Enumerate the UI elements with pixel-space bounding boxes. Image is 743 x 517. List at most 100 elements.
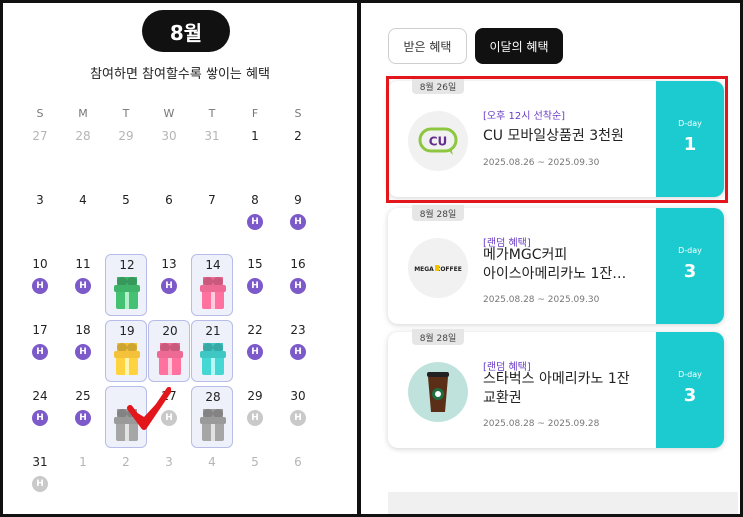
gift-box-icon	[114, 277, 140, 311]
card-period: 2025.08.28 ~ 2025.09.28	[483, 419, 600, 429]
benefit-card-starbucks[interactable]: 8월 28일 [랜덤 혜택] 스타벅스 아메리카노 1잔 교환권 2025.08…	[388, 329, 724, 448]
calendar-day[interactable]: 20	[148, 320, 190, 382]
day-number: 7	[208, 193, 216, 207]
calendar-day[interactable]: 29 H	[234, 386, 276, 448]
weekday-label: F	[251, 107, 259, 120]
calendar-day[interactable]: 3	[19, 190, 61, 252]
h-badge-icon: H	[247, 214, 263, 230]
day-number: 4	[79, 193, 87, 207]
calendar-day[interactable]: 14	[191, 254, 233, 316]
day-number: 30	[290, 389, 306, 403]
calendar-day[interactable]: 19	[105, 320, 147, 382]
calendar-day[interactable]: 9H	[277, 190, 319, 252]
h-badge-icon: H	[290, 410, 306, 426]
benefit-card-mega-coffee[interactable]: 8월 28일 MEGA COFFEE [랜덤 혜택] 메가MGC커피 아이스아메…	[388, 205, 724, 324]
weekday-label: M	[78, 107, 88, 120]
calendar-day[interactable]: 2	[105, 452, 147, 514]
calendar-day[interactable]: 30 H	[277, 386, 319, 448]
mega-coffee-logo-icon: MEGA COFFEE	[408, 238, 468, 298]
calendar-day[interactable]: 24 H	[19, 386, 61, 448]
card-title: 스타벅스 아메리카노 1잔 교환권	[483, 371, 630, 406]
day-number: 9	[294, 193, 302, 207]
calendar-day[interactable]: 4	[62, 190, 104, 252]
weekday-label: S	[294, 107, 302, 120]
calendar-day[interactable]: 3	[148, 452, 190, 514]
calendar-day[interactable]: 28	[62, 126, 104, 188]
day-number: 13	[161, 257, 177, 271]
day-number: 22	[247, 323, 263, 337]
card-title: 메가MGC커피 아이스아메리카노 1잔…	[483, 247, 627, 282]
calendar-day[interactable]: 5	[105, 190, 147, 252]
h-badge-icon: H	[290, 214, 306, 230]
calendar-day[interactable]: 25 H	[62, 386, 104, 448]
day-number: 6	[165, 193, 173, 207]
attendance-calendar-panel: 8월 참여하면 참여할수록 쌓이는 혜택 SMTWTFS 27 28 29 30 31 1…	[3, 3, 357, 514]
gift-box-icon	[114, 343, 140, 377]
calendar-day[interactable]: 30	[148, 126, 190, 188]
calendar-day[interactable]: 4	[191, 452, 233, 514]
day-number: 15	[247, 257, 263, 271]
day-number: 29	[118, 129, 134, 143]
weekday-label: T	[122, 107, 130, 120]
calendar-day[interactable]: 6	[148, 190, 190, 252]
calendar-day[interactable]: 29	[105, 126, 147, 188]
day-number: 19	[119, 324, 135, 338]
calendar-day[interactable]: 31	[191, 126, 233, 188]
calendar-day[interactable]: 5	[234, 452, 276, 514]
tab-monthly-benefits[interactable]: 이달의 혜택	[475, 28, 563, 64]
calendar-day[interactable]: 23 H	[277, 320, 319, 382]
h-badge-icon: H	[161, 278, 177, 294]
day-number: 21	[205, 324, 221, 338]
day-number: 8	[251, 193, 259, 207]
gift-box-icon	[200, 277, 226, 311]
tab-received-benefits[interactable]: 받은 혜택	[388, 28, 467, 64]
day-number: 27	[32, 129, 48, 143]
day-number: 29	[247, 389, 263, 403]
gift-box-icon	[200, 343, 226, 377]
calendar-day[interactable]: 27	[19, 126, 61, 188]
calendar-day[interactable]: 6	[277, 452, 319, 514]
day-number: 14	[205, 258, 221, 272]
calendar-day[interactable]: 8H	[234, 190, 276, 252]
calendar-day[interactable]: 10 H	[19, 254, 61, 316]
day-number: 6	[294, 455, 302, 469]
gift-box-icon	[200, 409, 226, 443]
calendar-day[interactable]: 2	[277, 126, 319, 188]
calendar-day[interactable]: 21	[191, 320, 233, 382]
calendar-day[interactable]: 17 H	[19, 320, 61, 382]
calendar-day[interactable]: 1	[234, 126, 276, 188]
calendar-day[interactable]: 31 H	[19, 452, 61, 514]
card-period: 2025.08.28 ~ 2025.09.30	[483, 295, 600, 305]
h-badge-icon: H	[32, 476, 48, 492]
calendar-day[interactable]: 18 H	[62, 320, 104, 382]
weekday-label: W	[163, 107, 175, 120]
day-number: 23	[290, 323, 306, 337]
calendar-day[interactable]: 7	[191, 190, 233, 252]
calendar-day[interactable]: 28	[191, 386, 233, 448]
day-number: 24	[32, 389, 48, 403]
calendar-day[interactable]: 11 H	[62, 254, 104, 316]
calendar-day[interactable]: 22 H	[234, 320, 276, 382]
h-badge-icon: H	[32, 410, 48, 426]
day-number: 1	[79, 455, 87, 469]
day-number: 25	[75, 389, 91, 403]
day-number: 5	[251, 455, 259, 469]
dday-stub: D-day 3	[652, 332, 724, 448]
day-number: 18	[75, 323, 91, 337]
day-number: 3	[36, 193, 44, 207]
day-number: 17	[32, 323, 48, 337]
calendar-day[interactable]: 1	[62, 452, 104, 514]
day-number: 28	[205, 390, 221, 404]
weekday-label: T	[208, 107, 216, 120]
calendar-day[interactable]: 12	[105, 254, 147, 316]
day-number: 28	[75, 129, 91, 143]
day-number: 16	[290, 257, 306, 271]
calendar-day[interactable]: 13 H	[148, 254, 190, 316]
calendar-day[interactable]: 16 H	[277, 254, 319, 316]
day-number: 5	[122, 193, 130, 207]
h-badge-icon: H	[75, 344, 91, 360]
next-card-edge	[388, 492, 738, 514]
day-number: 2	[122, 455, 130, 469]
calendar-day[interactable]: 15 H	[234, 254, 276, 316]
day-number: 31	[204, 129, 220, 143]
